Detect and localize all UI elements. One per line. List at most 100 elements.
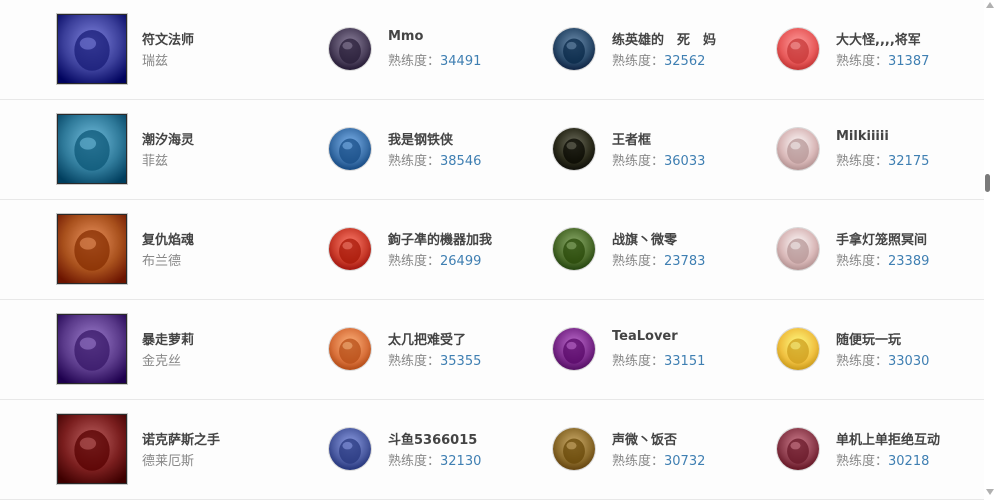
brand-portrait-icon[interactable] [57,214,127,284]
blue-beast-avatar-icon[interactable] [329,428,371,470]
player-name[interactable]: 单机上单拒绝互动 [836,429,940,448]
dark-haired-avatar-icon[interactable] [329,28,371,70]
scrollbar-track[interactable] [984,0,998,499]
scrollbar-thumb[interactable] [985,174,990,192]
mastery-score-value: 36033 [664,154,706,169]
mastery-score: 熟练度：30732 [612,450,705,469]
orange-girl-avatar-icon[interactable] [329,328,371,370]
player-name[interactable]: 斗鱼5366015 [388,429,477,448]
white-haired-avatar-icon[interactable] [777,428,819,470]
player-name[interactable]: 太几把难受了 [388,329,466,348]
player-name[interactable]: 我是钢铁侠 [388,129,453,148]
champion-title[interactable]: 符文法师 [142,29,194,48]
player-name[interactable]: 手拿灯笼照冥间 [836,229,927,248]
player-entry: 单机上单拒绝互动 熟练度：30218 [777,400,997,500]
player-entry: Milkiiiii 熟练度：32175 [777,100,997,200]
player-entry: 鉤子凖的機器加我 熟练度：26499 [329,200,549,300]
player-entry: 声微丶饭否熟练度：30732 [553,400,773,500]
mastery-score-label: 熟练度： [836,254,889,269]
pumpkin-avatar-icon[interactable] [553,328,595,370]
ranking-row: 诺克萨斯之手 德莱厄斯 斗鱼5366015 熟练度：32130 声微丶饭否 熟练度：307… [0,400,984,500]
mastery-score: 熟练度：31387 [836,50,929,69]
ranking-row: 符文法师瑞兹 Mmo 熟练度：34491 练英雄的 死 妈熟练度： 32562 大大怪,,… [0,0,984,100]
champion-title[interactable]: 暴走萝莉 [142,329,194,348]
mastery-score: 熟练度：32130 [388,450,481,469]
player-name[interactable]: Milkiiiii [836,129,889,144]
mastery-score-label: 熟练度： [612,354,665,369]
ranking-row: 暴走萝莉金克丝 太几把难受了 熟练度：35355 TeaLover 熟练度：33151 随… [0,300,984,400]
mastery-score: 熟练度：30218 [836,450,929,469]
mastery-score-label: 熟练度： [388,354,441,369]
mastery-score-value: 34491 [440,54,482,69]
champion-title[interactable]: 复仇焰魂 [142,229,194,248]
ryze-portrait-icon[interactable] [57,14,127,84]
scroll-up-arrow-icon[interactable] [986,2,994,8]
fox-avatar-icon[interactable] [553,428,595,470]
mastery-score-value: 30732 [664,454,706,469]
player-entry: 随便玩一玩 熟练度：33030 [777,300,997,400]
mastery-score-value: 32130 [440,454,482,469]
mastery-score-value: 32562 [664,54,706,69]
player-entry: 大大怪,,,,将军 熟练度：31387 [777,0,997,100]
mastery-score: 熟练度：36033 [612,150,705,169]
poro-avatar-icon[interactable] [777,128,819,170]
mastery-score-label: 熟练度： [612,454,665,469]
player-name[interactable]: 声微丶饭否 [612,429,677,448]
fizz-portrait-icon[interactable] [57,114,127,184]
mastery-score-value: 33030 [888,354,930,369]
poro-avatar-icon[interactable] [777,228,819,270]
player-entry: 战旗丶微零熟练度：23783 [553,200,773,300]
player-name[interactable]: 战旗丶微零 [612,229,677,248]
player-name[interactable]: 大大怪,,,,将军 [836,29,921,48]
mastery-score-value: 23783 [664,254,706,269]
crowned-poro-avatar-icon[interactable] [777,328,819,370]
mastery-score-value: 23389 [888,254,930,269]
player-name[interactable]: 王者框 [612,129,651,148]
darius-portrait-icon[interactable] [57,414,127,484]
player-name[interactable]: TeaLover [612,329,678,344]
jinx-portrait-icon[interactable] [57,314,127,384]
mastery-score: 熟练度：26499 [388,250,481,269]
mastery-score-label: 熟练度： [836,454,889,469]
mastery-score: 熟练度：38546 [388,150,481,169]
mastery-score: 熟练度：34491 [388,50,481,69]
blue-haired-avatar-icon[interactable] [553,28,595,70]
mastery-score-value: 38546 [440,154,482,169]
scroll-down-arrow-icon[interactable] [986,489,994,495]
gold-emblem-avatar-icon[interactable] [553,128,595,170]
mastery-score-label: 熟练度： [388,254,441,269]
player-entry: TeaLover 熟练度：33151 [553,300,773,400]
mastery-score-value: 31387 [888,54,930,69]
mastery-score: 熟练度：32175 [836,150,929,169]
champion-name: 金克丝 [142,354,182,369]
ranking-row: 潮汐海灵 菲兹 我是钢铁侠 熟练度：38546 王者框 熟练度：36033 Milkiiii… [0,100,984,200]
player-entry: 手拿灯笼照冥间 熟练度：23389 [777,200,997,300]
green-goblin-avatar-icon[interactable] [553,228,595,270]
mastery-score: 熟练度：35355 [388,350,481,369]
player-name[interactable]: 练英雄的 死 妈 [612,29,716,48]
champion-title[interactable]: 诺克萨斯之手 [142,429,220,448]
champion-name: 布兰德 [142,254,182,269]
mastery-score-label: 熟练度： [612,254,665,269]
mastery-score-label: 熟练度： [388,54,441,69]
player-entry: 斗鱼5366015 熟练度：32130 [329,400,549,500]
mastery-score-value: 26499 [440,254,482,269]
ranking-row: 复仇焰魂 布兰德 鉤子凖的機器加我 熟练度：26499 战旗丶微零 熟练度：23783 手拿… [0,200,984,300]
player-name[interactable]: 鉤子凖的機器加我 [388,229,492,248]
mastery-score: 熟练度：33151 [612,350,705,369]
mastery-score: 熟练度：23783 [612,250,705,269]
player-entry: 王者框熟练度：36033 [553,100,773,200]
pirate-avatar-icon[interactable] [329,228,371,270]
player-name[interactable]: 随便玩一玩 [836,329,901,348]
champion-title[interactable]: 潮汐海灵 [142,129,194,148]
mastery-ranking-list: 符文法师 瑞兹 Mmo 熟练度：34491 练英雄的 死 妈熟练度：32562 大大怪,,… [0,0,984,500]
mastery-score: 熟练度：23389 [836,250,929,269]
mastery-score-label: 熟练度： [388,154,441,169]
champion-name: 德莱厄斯 [142,454,195,469]
chibi-girl-avatar-icon[interactable] [329,128,371,170]
champion-name: 瑞兹 [142,54,169,69]
player-name[interactable]: Mmo [388,29,423,44]
mastery-score-label: 熟练度： [388,454,441,469]
champion-name: 菲兹 [142,154,169,169]
penguin-avatar-icon[interactable] [777,28,819,70]
